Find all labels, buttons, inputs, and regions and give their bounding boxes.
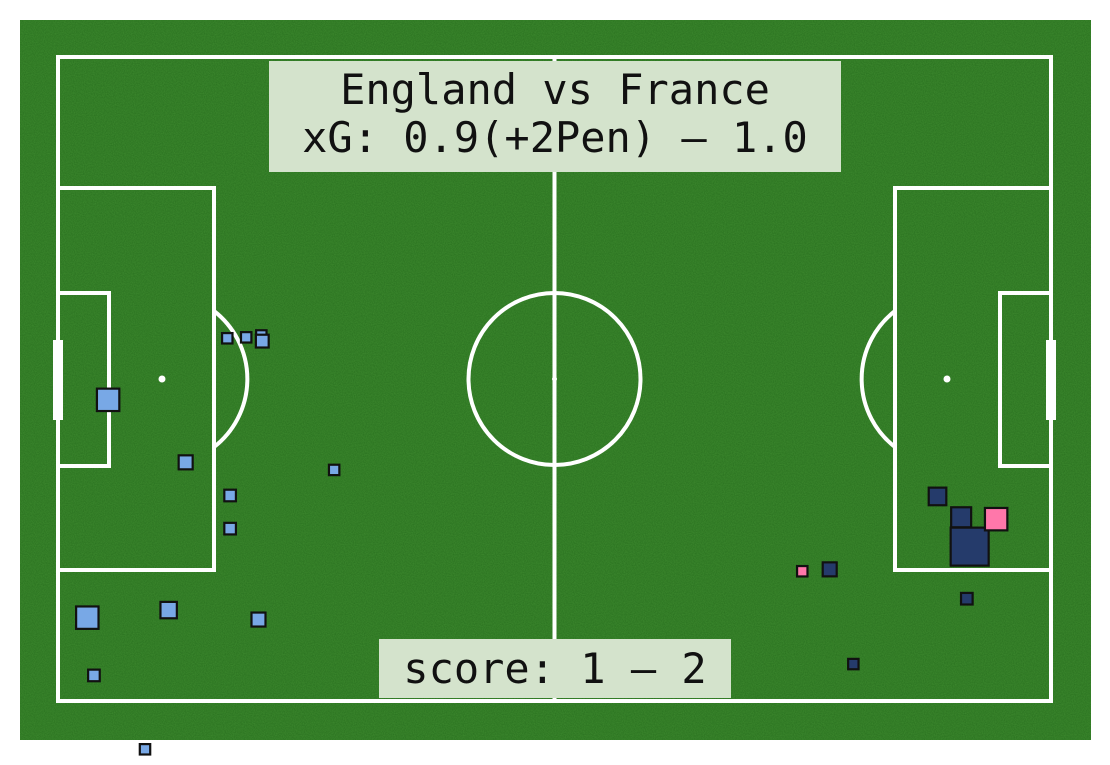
shot-marker-goal-2 xyxy=(795,564,809,578)
shot-marker-england-1 xyxy=(220,331,234,345)
shot-marker-france-3 xyxy=(949,526,990,567)
pitch-svg: England vs France xG: 0.9(+2Pen) – 1.0 s… xyxy=(20,20,1091,756)
shot-marker-france-6 xyxy=(847,657,860,671)
chart-title: England vs France xyxy=(340,65,770,114)
score-label: score: 1 – 2 xyxy=(403,644,706,693)
shot-marker-england-6 xyxy=(177,454,194,471)
left-penalty-spot xyxy=(158,375,166,383)
xg-subtitle: xG: 0.9(+2Pen) – 1.0 xyxy=(302,113,808,162)
right-penalty-spot xyxy=(943,375,951,383)
shot-marker-england-10 xyxy=(75,605,100,630)
shot-marker-france-5 xyxy=(959,591,974,606)
shot-marker-france-2 xyxy=(950,506,973,529)
shot-marker-england-9 xyxy=(223,521,238,536)
shot-marker-england-5 xyxy=(95,387,121,413)
shot-marker-england-7 xyxy=(327,463,341,477)
shot-marker-goal-1 xyxy=(983,506,1009,532)
shot-marker-france-4 xyxy=(821,561,838,578)
shot-marker-england-8 xyxy=(223,488,238,503)
shot-marker-england-13 xyxy=(87,668,101,683)
shot-marker-england-4 xyxy=(254,333,270,349)
centre-spot xyxy=(552,376,557,382)
shot-marker-england-11 xyxy=(159,600,178,620)
shot-marker-england-14 xyxy=(138,742,152,756)
shot-marker-england-12 xyxy=(250,611,267,628)
shot-marker-england-2 xyxy=(239,331,253,344)
shot-marker-france-1 xyxy=(927,486,948,507)
shot-map: England vs France xG: 0.9(+2Pen) – 1.0 s… xyxy=(0,0,1110,760)
